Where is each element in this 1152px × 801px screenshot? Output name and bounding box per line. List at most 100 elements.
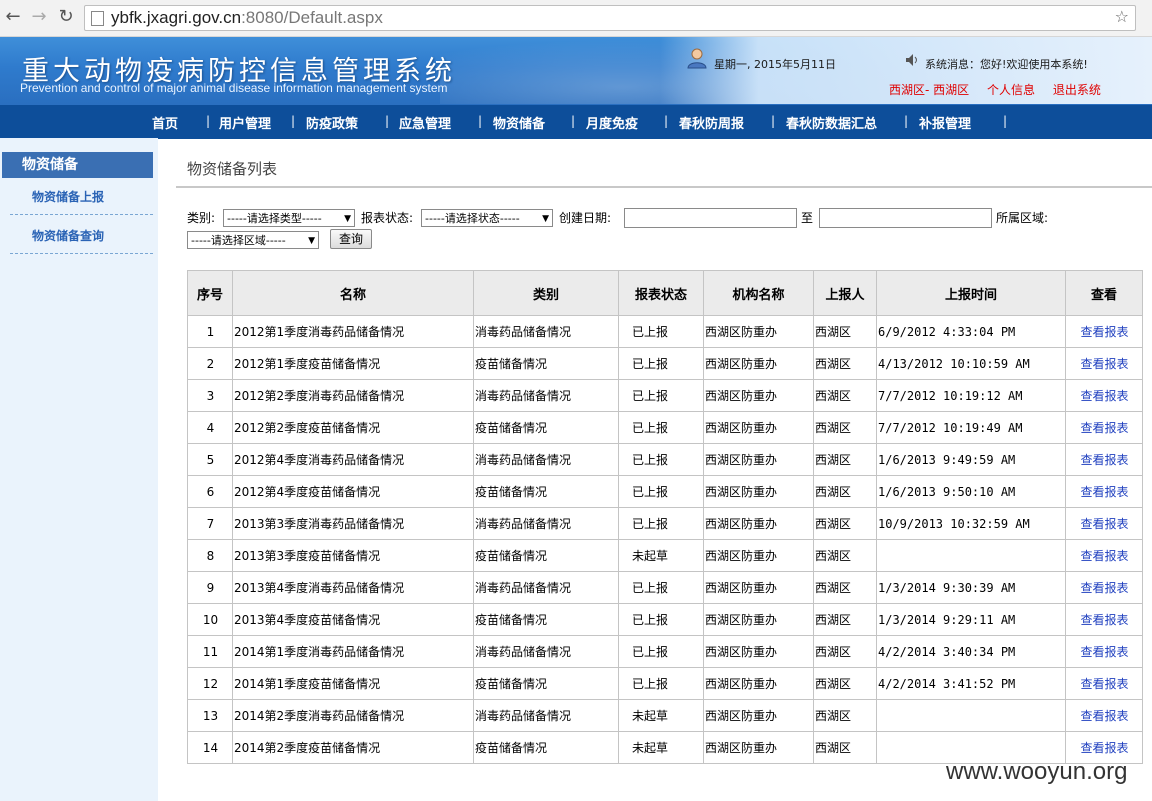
cell-reporter: 西湖区 [813,315,877,348]
nav-user-management[interactable]: 用户管理 [219,113,271,132]
cell-index: 13 [187,699,233,732]
start-date-input[interactable] [624,208,797,228]
cell-org: 西湖区防重办 [703,443,814,476]
cell-category: 疫苗储备情况 [473,603,619,636]
cell-time: 7/7/2012 10:19:49 AM [876,411,1066,444]
col-header-view: 查看 [1065,270,1143,316]
system-message: 系统消息：您好!欢迎使用本系统! [925,58,1088,71]
cell-reporter: 西湖区 [813,571,877,604]
nav-monthly-immunization[interactable]: 月度免疫 [586,113,638,132]
cell-org: 西湖区防重办 [703,315,814,348]
cell-reporter: 西湖区 [813,731,877,764]
dropdown-arrow-icon: ▼ [542,214,549,224]
cell-category: 疫苗储备情况 [473,347,619,380]
nav-home[interactable]: 首页 [152,113,178,132]
nav-supplies[interactable]: 物资储备 [493,113,545,132]
cell-name: 2014第2季度疫苗储备情况 [232,731,474,764]
cell-status: 已上报 [618,315,704,348]
cell-time: 1/6/2013 9:50:10 AM [876,475,1066,508]
table-row: 11 2014第1季度消毒药品储备情况 消毒药品储备情况 已上报 西湖区防重办 西湖区 4/… [187,635,1143,668]
nav-supplementary[interactable]: 补报管理 [919,113,971,132]
nav-data-summary[interactable]: 春秋防数据汇总 [786,113,877,132]
region-link[interactable]: 西湖区- 西湖区 [889,83,969,97]
nav-epidemic-policy[interactable]: 防疫政策 [306,113,358,132]
cell-name: 2012第1季度消毒药品储备情况 [232,315,474,348]
cell-category: 疫苗储备情况 [473,411,619,444]
cell-status: 未起草 [618,699,704,732]
cell-index: 7 [187,507,233,540]
cell-org: 西湖区防重办 [703,571,814,604]
col-header-org: 机构名称 [703,270,814,316]
table-row: 4 2012第2季度疫苗储备情况 疫苗储备情况 已上报 西湖区防重办 西湖区 7/7/201… [187,411,1143,444]
browser-toolbar: ← → ↻ ybfk.jxagri.gov.cn:8080/Default.as… [0,0,1152,37]
profile-link[interactable]: 个人信息 [987,83,1035,97]
cell-index: 3 [187,379,233,412]
cell-org: 西湖区防重办 [703,475,814,508]
nav-separator: | [904,114,909,128]
cell-category: 疫苗储备情况 [473,667,619,700]
category-select[interactable]: -----请选择类型----- ▼ [223,209,355,227]
nav-separator: | [478,114,483,128]
table-row: 8 2013第3季度疫苗储备情况 疫苗储备情况 未起草 西湖区防重办 西湖区 查看报表 [187,539,1143,572]
view-report-link[interactable]: 查看报表 [1065,699,1143,732]
cell-category: 疫苗储备情况 [473,475,619,508]
url-text: ybfk.jxagri.gov.cn:8080/Default.aspx [111,8,383,27]
sidebar-heading: 物资储备 [2,152,153,178]
reload-icon[interactable]: ↻ [55,6,77,28]
region-label: 所属区域: [996,211,1049,225]
logout-link[interactable]: 退出系统 [1053,83,1101,97]
view-report-link[interactable]: 查看报表 [1065,571,1143,604]
dropdown-arrow-icon: ▼ [344,214,351,224]
cell-org: 西湖区防重办 [703,603,814,636]
table-row: 3 2012第2季度消毒药品储备情况 消毒药品储备情况 已上报 西湖区防重办 西湖区 7/7… [187,379,1143,412]
view-report-link[interactable]: 查看报表 [1065,411,1143,444]
search-button[interactable]: 查询 [330,229,372,249]
cell-reporter: 西湖区 [813,635,877,668]
cell-index: 6 [187,475,233,508]
end-date-input[interactable] [819,208,992,228]
region-select[interactable]: -----请选择区域----- ▼ [187,231,319,249]
view-report-link[interactable]: 查看报表 [1065,315,1143,348]
cell-reporter: 西湖区 [813,603,877,636]
sidebar-item-supplies-query[interactable]: 物资储备查询 [10,219,153,254]
bookmark-star-icon[interactable]: ☆ [1115,7,1129,26]
view-report-link[interactable]: 查看报表 [1065,475,1143,508]
cell-org: 西湖区防重办 [703,347,814,380]
cell-org: 西湖区防重办 [703,411,814,444]
view-report-link[interactable]: 查看报表 [1065,635,1143,668]
table-row: 5 2012第4季度消毒药品储备情况 消毒药品储备情况 已上报 西湖区防重办 西湖区 1/6… [187,443,1143,476]
cell-status: 未起草 [618,539,704,572]
back-arrow-icon[interactable]: ← [2,6,24,28]
view-report-link[interactable]: 查看报表 [1065,539,1143,572]
view-report-link[interactable]: 查看报表 [1065,379,1143,412]
table-row: 9 2013第4季度消毒药品储备情况 消毒药品储备情况 已上报 西湖区防重办 西湖区 1/3… [187,571,1143,604]
cell-org: 西湖区防重办 [703,667,814,700]
forward-arrow-icon[interactable]: → [28,6,50,28]
address-bar[interactable]: ybfk.jxagri.gov.cn:8080/Default.aspx ☆ [84,5,1136,31]
cell-index: 12 [187,667,233,700]
cell-name: 2014第2季度消毒药品储备情况 [232,699,474,732]
view-report-link[interactable]: 查看报表 [1065,667,1143,700]
supplies-table: 序号 名称 类别 报表状态 机构名称 上报人 上报时间 查看 1 2012第1季度… [187,270,1143,764]
view-report-link[interactable]: 查看报表 [1065,347,1143,380]
view-report-link[interactable]: 查看报表 [1065,443,1143,476]
cell-status: 已上报 [618,475,704,508]
status-select[interactable]: -----请选择状态----- ▼ [421,209,553,227]
cell-reporter: 西湖区 [813,379,877,412]
view-report-link[interactable]: 查看报表 [1065,603,1143,636]
view-report-link[interactable]: 查看报表 [1065,507,1143,540]
category-label: 类别: [187,211,216,225]
site-subtitle: Prevention and control of major animal d… [20,81,448,95]
cell-org: 西湖区防重办 [703,699,814,732]
nav-emergency[interactable]: 应急管理 [399,113,451,132]
sidebar-item-supplies-report[interactable]: 物资储备上报 [10,180,153,215]
cell-time: 1/3/2014 9:29:11 AM [876,603,1066,636]
nav-weekly-report[interactable]: 春秋防周报 [679,113,744,132]
cell-category: 疫苗储备情况 [473,731,619,764]
cell-name: 2012第4季度疫苗储备情况 [232,475,474,508]
speaker-icon [906,54,917,66]
table-row: 13 2014第2季度消毒药品储备情况 消毒药品储备情况 未起草 西湖区防重办 西湖区 查看… [187,699,1143,732]
header-links: 西湖区- 西湖区 个人信息 退出系统 [889,81,1115,98]
table-row: 6 2012第4季度疫苗储备情况 疫苗储备情况 已上报 西湖区防重办 西湖区 1/6/201… [187,475,1143,508]
table-row: 1 2012第1季度消毒药品储备情况 消毒药品储备情况 已上报 西湖区防重办 西湖区 6/9… [187,315,1143,348]
